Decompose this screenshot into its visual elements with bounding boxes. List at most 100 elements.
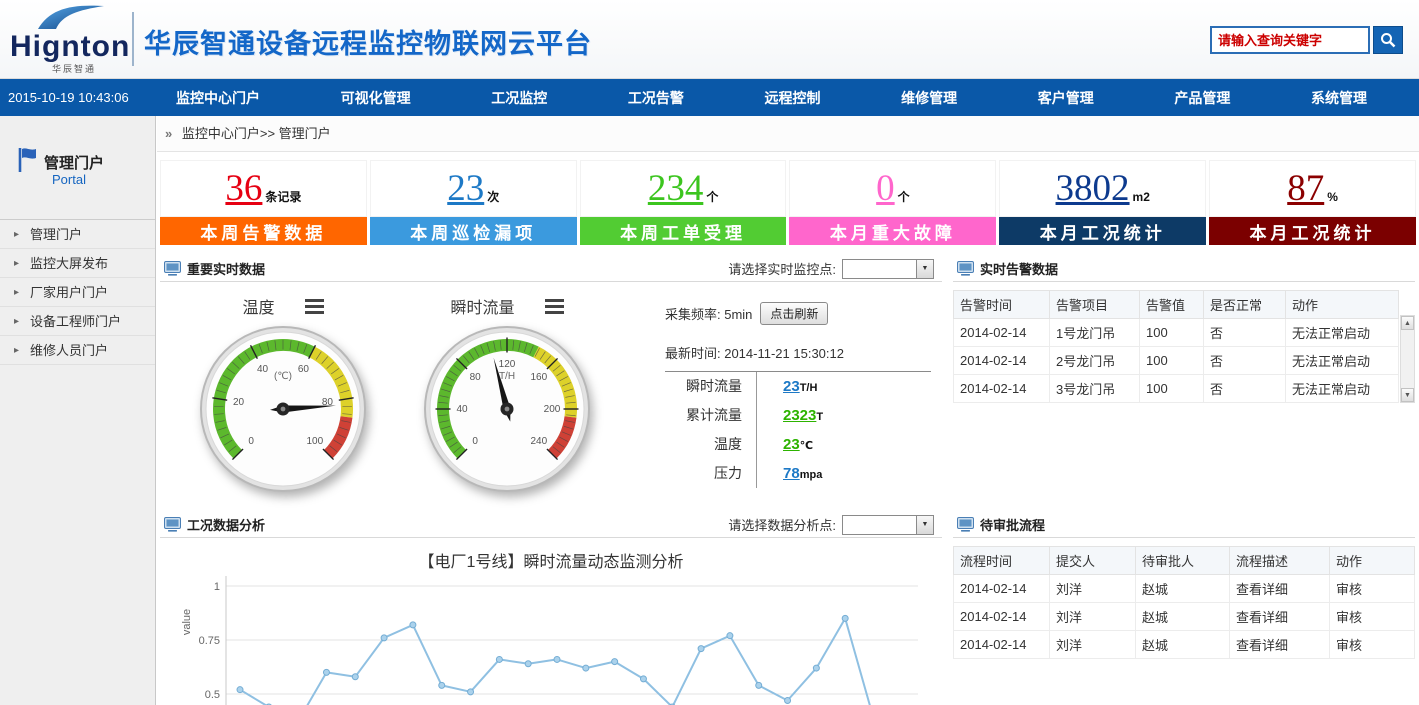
logo-subtext: 华辰智通 [52,62,96,75]
refresh-button[interactable]: 点击刷新 [760,302,828,325]
search-icon [1380,32,1396,48]
stat-card[interactable]: 36 条记录 本周告警数据 [160,160,367,248]
sidebar-item-big-screen[interactable]: ▸ 监控大屏发布 [0,249,155,278]
metric-name: 温度 [665,430,757,459]
scroll-up-icon[interactable]: ▲ [1401,316,1414,330]
cell-alarm-normal: 否 [1204,347,1286,375]
cell-approve-action[interactable]: 审核 [1330,631,1415,659]
stat-card[interactable]: 0 个 本月重大故障 [789,160,996,248]
stat-value-area: 234 个 [580,160,787,217]
cell-approve-action[interactable]: 审核 [1330,603,1415,631]
cell-alarm-time: 2014-02-14 [954,347,1050,375]
nav-item-customer[interactable]: 客户管理 [1030,88,1102,108]
hamburger-menu-icon[interactable] [305,299,324,314]
svg-text:0.75: 0.75 [199,635,220,647]
temperature-gauge: 020406080100(℃) [198,324,368,494]
cell-submitter: 刘洋 [1050,603,1136,631]
cell-alarm-item: 3号龙门吊 [1050,375,1140,403]
stat-card[interactable]: 87 % 本月工况统计 [1209,160,1416,248]
stat-label-banner[interactable]: 本周告警数据 [160,217,367,245]
monitor-panel-icon [164,261,181,276]
stat-value: 0 [876,170,895,207]
search-button[interactable] [1373,26,1403,54]
portal-header[interactable]: 管理门户 Portal [0,116,155,220]
nav-item-visualization[interactable]: 可视化管理 [333,88,419,108]
breadcrumb-text[interactable]: 监控中心门户>> 管理门户 [182,126,331,141]
column-header: 动作 [1330,547,1415,575]
column-header: 告警值 [1140,291,1204,319]
chevron-down-icon[interactable]: ▼ [916,516,933,534]
flow-gauge: 04080120160200240T/H [422,324,592,494]
stat-card[interactable]: 23 次 本周巡检漏项 [370,160,577,248]
svg-text:(℃): (℃) [274,371,292,382]
monitor-panel-icon [164,517,181,532]
metric-row: 温度 23℃ [665,430,931,459]
svg-text:40: 40 [257,364,269,375]
panel-title: 重要实时数据 [187,259,265,278]
metric-row: 累计流量 2323T [665,401,931,430]
scroll-down-icon[interactable]: ▼ [1401,388,1414,402]
nav-item-monitor-center[interactable]: 监控中心门户 [168,88,268,108]
chevron-down-icon[interactable]: ▼ [916,260,933,278]
sidebar-item-label: 设备工程师门户 [30,314,121,329]
gauge-title: 瞬时流量 [450,294,514,318]
stat-label-banner[interactable]: 本周巡检漏项 [370,217,577,245]
column-header: 告警时间 [954,291,1050,319]
table-row: 2014-02-14 1号龙门吊 100 否 无法正常启动 [954,319,1399,347]
stat-label-banner[interactable]: 本周工单受理 [580,217,787,245]
cell-alarm-value: 100 [1140,347,1204,375]
search-input[interactable] [1210,26,1370,54]
stat-label-banner[interactable]: 本月工况统计 [999,217,1206,245]
item-arrow-icon: ▸ [14,307,19,336]
stat-label-banner[interactable]: 本月工况统计 [1209,217,1416,245]
table-scrollbar[interactable]: ▲ ▼ [1400,315,1415,403]
nav-items: 监控中心门户 可视化管理 工况监控 工况告警 远程控制 维修管理 客户管理 产品… [168,79,1375,116]
sidebar-item-label: 维修人员门户 [30,343,108,358]
sidebar-item-repair-portal[interactable]: ▸ 维修人员门户 [0,336,155,365]
sidebar-item-manufacturer-portal[interactable]: ▸ 厂家用户门户 [0,278,155,307]
nav-item-maintenance[interactable]: 维修管理 [893,88,965,108]
nav-item-product[interactable]: 产品管理 [1166,88,1238,108]
alarm-table-wrap: 告警时间 告警项目 告警值 是否正常 动作 2014-02-14 1号龙门吊 1… [953,290,1415,403]
nav-item-condition-alarm[interactable]: 工况告警 [620,88,692,108]
metric-name: 累计流量 [665,401,757,430]
logo[interactable]: Hignton 华辰智通 [8,4,133,76]
cell-alarm-time: 2014-02-14 [954,319,1050,347]
cell-approver: 赵城 [1136,603,1230,631]
nav-item-condition-monitor[interactable]: 工况监控 [483,88,555,108]
realtime-data-panel: 重要实时数据 请选择实时监控点: ▼ 温度 020406080100(℃) [160,256,942,508]
sidebar-item-label: 厂家用户门户 [30,285,108,300]
cell-approver: 赵城 [1136,631,1230,659]
cell-view-detail-link[interactable]: 查看详细 [1230,575,1330,603]
cell-alarm-action[interactable]: 无法正常启动 [1286,319,1399,347]
cell-alarm-action[interactable]: 无法正常启动 [1286,347,1399,375]
analysis-point-select[interactable]: ▼ [842,515,934,535]
stat-card[interactable]: 3802 m2 本月工况统计 [999,160,1206,248]
cell-submitter: 刘洋 [1050,575,1136,603]
cell-view-detail-link[interactable]: 查看详细 [1230,603,1330,631]
panel-title: 实时告警数据 [980,259,1058,278]
alarm-table: 告警时间 告警项目 告警值 是否正常 动作 2014-02-14 1号龙门吊 1… [953,290,1399,403]
item-arrow-icon: ▸ [14,220,19,249]
svg-text:120: 120 [499,359,516,370]
cell-alarm-item: 1号龙门吊 [1050,319,1140,347]
metric-row: 瞬时流量 23T/H [665,372,931,401]
sidebar-item-admin-portal[interactable]: ▸ 管理门户 [0,220,155,249]
header: Hignton 华辰智通 华辰智通设备远程监控物联网云平台 [0,0,1419,79]
hamburger-menu-icon[interactable] [545,299,564,314]
frequency-row: 采集频率: 5min 点击刷新 [665,302,931,325]
stat-card[interactable]: 234 个 本周工单受理 [580,160,787,248]
sidebar-item-engineer-portal[interactable]: ▸ 设备工程师门户 [0,307,155,336]
metric-value: 23℃ [757,436,813,453]
approval-panel: 待审批流程 流程时间 提交人 待审批人 流程描述 动作 [953,512,1415,705]
stat-label-banner[interactable]: 本月重大故障 [789,217,996,245]
metric-name: 瞬时流量 [665,372,757,401]
monitor-point-select[interactable]: ▼ [842,259,934,279]
breadcrumb-icon: » [165,126,172,141]
cell-approve-action[interactable]: 审核 [1330,575,1415,603]
metric-value: 2323T [757,407,823,424]
cell-alarm-action[interactable]: 无法正常启动 [1286,375,1399,403]
cell-view-detail-link[interactable]: 查看详细 [1230,631,1330,659]
nav-item-remote-control[interactable]: 远程控制 [757,88,829,108]
nav-item-system[interactable]: 系统管理 [1303,88,1375,108]
